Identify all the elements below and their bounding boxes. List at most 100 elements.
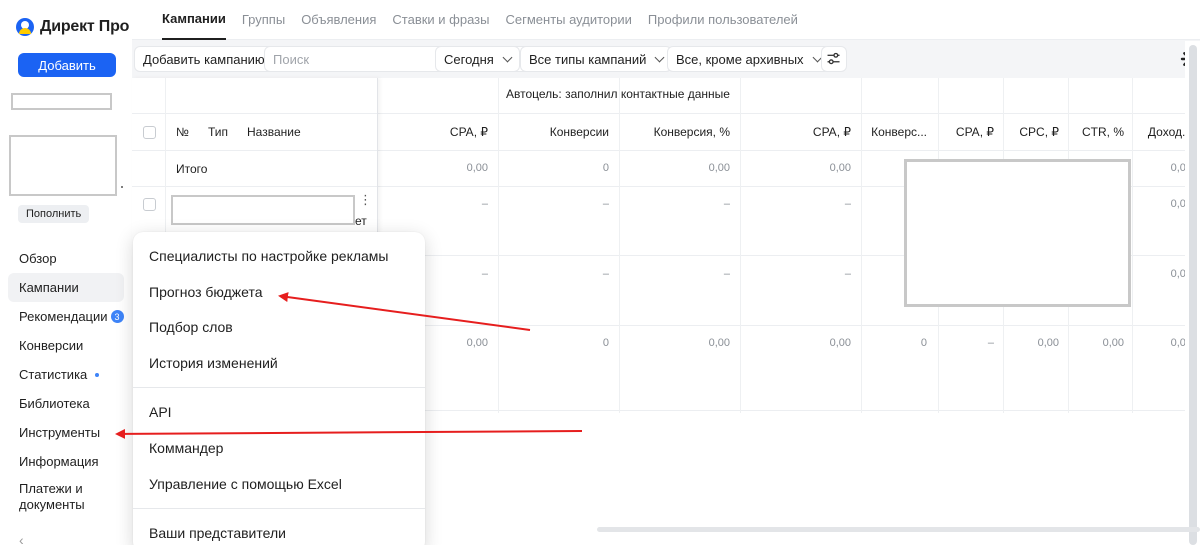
tools-menu: Специалисты по настройке рекламы Прогноз… [133,232,425,545]
sidebar-item-conversions[interactable]: Конверсии [8,331,124,360]
sidebar-item-label: Инструменты [19,425,101,440]
row-conversion-rate: 0,00 [708,337,730,349]
topup-button[interactable]: Пополнить [18,205,90,223]
col-header-cpa[interactable]: CPA, ₽ [942,125,994,139]
row-conversion-rate: – [723,198,730,210]
recommendations-count-badge: 3 [110,310,124,323]
total-conversions: 0 [602,162,609,174]
row-cpa: – [987,337,994,349]
sidebar: Директ Про Добавить Пополнить Обзор Камп… [0,0,132,545]
redacted-area [904,159,1131,307]
chevron-down-icon [502,52,513,62]
tabs-bar: Кампании Группы Объявления Ставки и фраз… [132,0,1200,40]
column-divider [619,78,620,413]
frozen-header-spacer [132,78,377,114]
menu-divider [133,508,425,509]
row-conversions: 0 [602,337,609,349]
status-filter-select-value: Все, кроме архивных [676,51,804,67]
row-cpa: 0,00 [466,337,488,349]
redacted-account-name [11,93,112,110]
column-divider [740,78,741,413]
sidebar-item-label: Статистика [19,367,88,382]
col-header-ctr[interactable]: CTR, % [1072,125,1124,139]
toolbar: Добавить кампанию Сегодня Все типы кампа… [132,40,1200,78]
row-checkbox[interactable] [143,198,156,211]
menu-item-budget-forecast[interactable]: Прогноз бюджета [149,284,263,300]
sliders-icon [827,52,840,65]
row-conversion-rate: – [723,268,730,280]
column-divider [1132,78,1133,413]
sidebar-item-information[interactable]: Информация [8,447,124,476]
sidebar-nav: Обзор Кампании Рекомендации 3 Конверсии С… [8,244,124,518]
tab-groups[interactable]: Группы [242,0,285,40]
row-more-icon[interactable]: ⋮ [359,193,372,206]
menu-item-ad-specialists[interactable]: Специалисты по настройке рекламы [149,248,389,264]
sidebar-item-label: Информация [19,454,99,469]
row-cpa: 0,00 [829,337,851,349]
menu-item-commander[interactable]: Коммандер [149,440,223,456]
row-income: 0,00 [1170,198,1192,210]
row-cpa: – [844,198,851,210]
tab-bids-phrases[interactable]: Ставки и фразы [392,0,489,40]
tab-campaigns[interactable]: Кампании [162,0,226,40]
sidebar-item-label: Библиотека [19,396,90,411]
sidebar-item-label: Кампании [19,280,79,295]
sidebar-item-statistics[interactable]: Статистика [8,360,124,389]
col-header-type[interactable]: Тип [208,125,228,139]
col-header-conversions-truncated[interactable]: Конверс... [867,125,927,139]
sidebar-item-campaigns[interactable]: Кампании [8,273,124,302]
row-cpa: – [481,198,488,210]
select-all-checkbox[interactable] [143,126,156,139]
menu-item-api[interactable]: API [149,404,172,420]
logo[interactable]: Директ Про [16,18,129,36]
menu-item-excel[interactable]: Управление с помощью Excel [149,476,342,492]
goal-group-header: Автоцель: заполнил контактные данные [506,87,730,101]
sidebar-item-library[interactable]: Библиотека [8,389,124,418]
col-header-conversion-rate[interactable]: Конверсия, % [632,125,730,139]
horizontal-scrollbar[interactable] [597,527,1200,532]
frozen-total-row [132,151,377,187]
vertical-scrollbar[interactable] [1189,45,1197,545]
total-cpa: 0,00 [829,162,851,174]
sidebar-item-tools[interactable]: Инструменты [8,418,124,447]
total-label: Итого [176,162,208,176]
filter-settings-icon[interactable] [821,46,847,72]
menu-item-keyword-selection[interactable]: Подбор слов [149,319,233,335]
status-filter-select[interactable]: Все, кроме архивных [667,46,830,72]
redacted-campaign-name [171,195,355,225]
row-income: 0,00 [1170,337,1192,349]
sidebar-item-label: Рекомендации [19,309,108,324]
period-select[interactable]: Сегодня [435,46,520,72]
collapse-sidebar-icon[interactable]: ‹ [19,532,24,545]
row-cpc: 0,00 [1037,337,1059,349]
status-dot-icon [95,372,100,377]
menu-item-change-history[interactable]: История изменений [149,355,278,371]
row-cpa: – [844,268,851,280]
col-header-number[interactable]: № [176,125,189,139]
row-conversions: 0 [920,337,927,349]
sidebar-item-payments[interactable]: Платежи и документы [8,476,124,518]
row-ctr: 0,00 [1102,337,1124,349]
tab-user-profiles[interactable]: Профили пользователей [648,0,798,40]
add-campaign-button[interactable]: Добавить кампанию [134,46,274,72]
col-header-cpa[interactable]: CPA, ₽ [792,125,851,139]
sidebar-item-recommendations[interactable]: Рекомендации 3 [8,302,124,331]
tab-ads[interactable]: Объявления [301,0,376,40]
row-conversions: – [602,268,609,280]
row-income: 0,00 [1170,268,1192,280]
col-header-income[interactable]: Доход... [1136,125,1192,139]
sidebar-item-label: Конверсии [19,338,84,353]
row-name-suffix: ет [355,214,367,228]
menu-item-representatives[interactable]: Ваши представители [149,525,286,541]
col-header-cpa[interactable]: CPA, ₽ [432,125,488,139]
total-cpa: 0,00 [466,162,488,174]
campaign-type-select[interactable]: Все типы кампаний [520,46,673,72]
tab-audience-segments[interactable]: Сегменты аудитории [505,0,631,40]
sidebar-item-overview[interactable]: Обзор [8,244,124,273]
add-button[interactable]: Добавить [18,53,116,77]
sidebar-item-label: Платежи и документы [19,481,85,512]
col-header-name[interactable]: Название [247,125,301,139]
col-header-cpc[interactable]: CPC, ₽ [1007,125,1059,139]
col-header-conversions[interactable]: Конверсии [532,125,609,139]
row-cpa: – [481,268,488,280]
